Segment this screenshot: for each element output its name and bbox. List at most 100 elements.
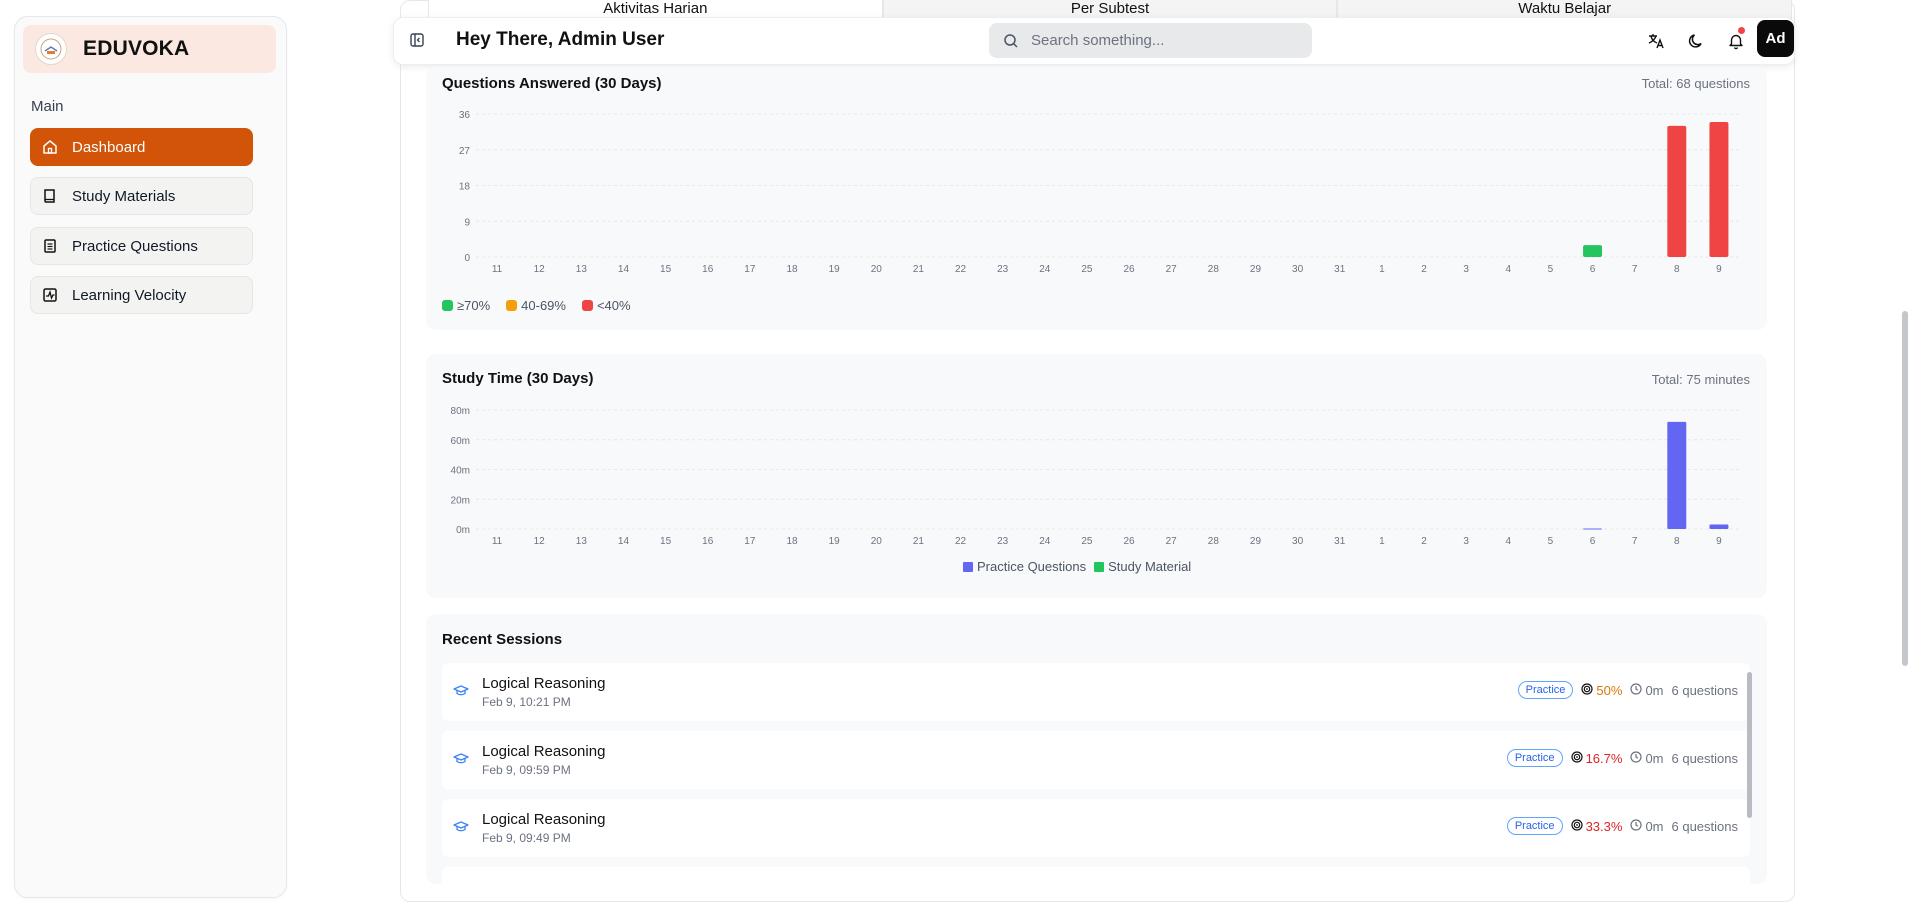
y-tick-label: 60m [451,436,470,447]
x-tick-label: 20 [871,264,883,275]
session-date: Feb 9, 10:21 PM [482,695,571,709]
session-question-count: 6 questions [1671,682,1739,698]
x-tick-label: 22 [955,536,967,547]
legend-item: Practice Questions [963,559,1086,574]
legend-label: Practice Questions [977,559,1087,574]
x-tick-label: 16 [702,264,714,275]
x-tick-label: 31 [1334,264,1346,275]
x-tick-label: 29 [1250,536,1262,547]
x-tick-label: 9 [1716,264,1722,275]
x-tick-label: 5 [1548,264,1554,275]
x-tick-label: 4 [1505,536,1511,547]
x-tick-label: 15 [660,264,672,275]
sessions-scrollbar[interactable] [1747,672,1752,818]
x-tick-label: 18 [786,264,798,275]
legend-swatch-green [442,300,453,311]
x-tick-label: 23 [997,264,1009,275]
session-item[interactable]: Logical Reasoning Feb 9, 09:49 PM Practi… [442,799,1750,857]
study-time-panel: Study Time (30 Days) Total: 75 minutes 0… [426,354,1767,598]
legend-label: ≥70% [457,298,491,313]
x-tick-label: 2 [1421,536,1427,547]
session-item[interactable]: Logical Reasoning Feb 9, 10:21 PM Practi… [442,663,1750,721]
x-tick-label: 30 [1292,264,1304,275]
sidebar-item-practice-questions[interactable]: Practice Questions [30,227,253,265]
graduation-cap-icon [453,683,469,699]
x-tick-label: 3 [1463,264,1469,275]
target-icon [1581,682,1594,698]
x-tick-label: 20 [871,536,883,547]
session-item[interactable]: Logical Reasoning Feb 9, 09:59 PM Practi… [442,731,1750,789]
bar [1583,245,1603,257]
x-tick-label: 18 [786,536,798,547]
session-score: 33.3% [1585,818,1623,834]
legend-item: ≥70% [442,298,490,313]
avatar[interactable]: Ad [1757,20,1794,57]
translate-icon[interactable] [1647,32,1665,50]
target-icon [1570,818,1583,834]
session-type-badge: Practice [1506,817,1563,835]
sidebar-item-study-materials[interactable]: Study Materials [30,177,253,215]
session-score: 16.7% [1585,750,1623,766]
x-tick-label: 17 [744,536,756,547]
x-tick-label: 2 [1421,264,1427,275]
target-icon [1570,750,1583,766]
y-tick-label: 18 [459,182,471,193]
x-tick-label: 23 [997,536,1009,547]
x-tick-label: 19 [829,264,841,275]
clipboard-icon [42,238,58,254]
study-chart-legend: Practice Questions Study Material [963,559,1207,574]
y-tick-label: 9 [464,217,470,228]
moon-icon[interactable] [1687,32,1705,50]
questions-chart-legend: ≥70% 40-69% <40% [442,298,647,313]
session-meta: Practice 50% 0m 6 questions [1517,681,1739,699]
x-tick-label: 14 [618,536,630,547]
activity-icon [42,287,58,303]
search-bar[interactable] [989,23,1312,58]
x-tick-label: 29 [1250,264,1262,275]
recent-sessions-panel: Recent Sessions Logical Reasoning Feb 9,… [426,614,1767,897]
search-icon [1003,33,1019,49]
x-tick-label: 27 [1166,536,1178,547]
bar [1583,528,1603,530]
session-item[interactable] [442,867,1750,897]
sidebar-item-label: Study Materials [72,187,176,205]
sidebar-item-label: Learning Velocity [72,286,187,304]
x-tick-label: 28 [1208,264,1220,275]
x-tick-label: 11 [492,536,503,547]
session-type-badge: Practice [1506,749,1563,767]
x-tick-label: 6 [1590,264,1596,275]
x-tick-label: 28 [1208,536,1220,547]
x-tick-label: 7 [1632,264,1638,275]
bell-icon[interactable] [1727,32,1745,50]
sidebar-item-dashboard[interactable]: Dashboard [30,128,253,166]
x-tick-label: 14 [618,264,630,275]
x-tick-label: 1 [1379,264,1385,275]
x-tick-label: 15 [660,536,672,547]
x-tick-label: 4 [1505,264,1511,275]
clock-icon [1630,750,1643,766]
book-icon [42,188,58,204]
brand[interactable]: EDUVOKA [23,25,276,73]
session-score: 50% [1596,682,1623,698]
search-input[interactable] [1029,31,1293,50]
sidebar-toggle-icon[interactable] [409,32,425,48]
session-meta: Practice 16.7% 0m 6 questions [1506,749,1738,767]
legend-label: <40% [596,298,631,313]
sidebar-item-learning-velocity[interactable]: Learning Velocity [30,276,253,314]
session-time: 0m [1645,750,1664,766]
x-tick-label: 17 [744,264,756,275]
x-tick-label: 21 [913,536,925,547]
sidebar: EDUVOKA Main Dashboard Study Materials P… [14,16,287,898]
x-tick-label: 9 [1716,536,1722,547]
x-tick-label: 26 [1124,264,1136,275]
clock-icon [1630,682,1643,698]
x-tick-label: 25 [1081,536,1093,547]
page-scrollbar[interactable] [1902,311,1908,666]
brand-name: EDUVOKA [83,37,190,60]
session-date: Feb 9, 09:49 PM [482,831,571,845]
bar [1667,125,1687,257]
questions-answered-panel: Questions Answered (30 Days) Total: 68 q… [426,67,1767,330]
questions-bar-chart: 0918273611 12 13 14 15 16 17 18 19 20 21 22 23 24 25 26… [459,110,1740,275]
legend-swatch-amber [506,300,518,311]
y-tick-label: 27 [459,146,471,157]
